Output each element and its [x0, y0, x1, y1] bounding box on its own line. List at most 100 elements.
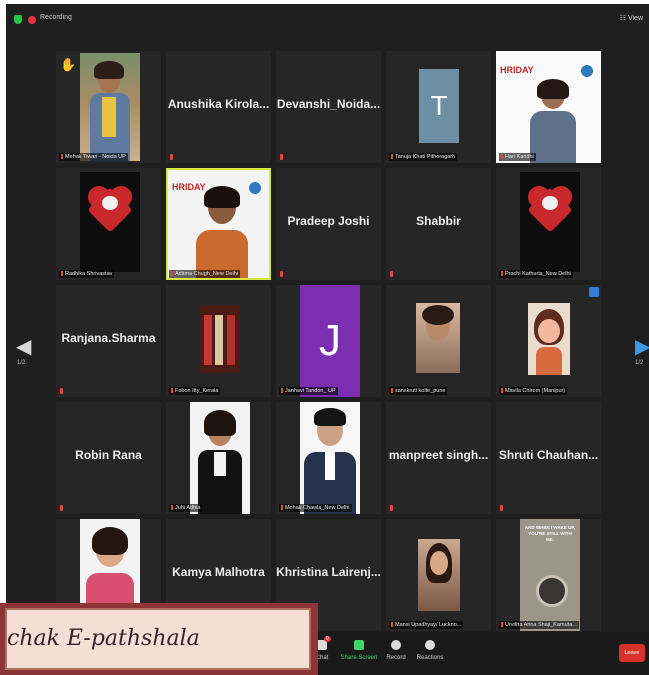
muted-mic-icon — [170, 154, 173, 160]
logo-icon — [581, 65, 593, 77]
reactions-button[interactable]: Reactions — [410, 640, 450, 661]
prev-page-number: 1/2 — [17, 360, 26, 366]
video-tile[interactable]: J Janhavi Tandon_ UP — [276, 285, 381, 397]
prev-page-arrow-icon[interactable]: ◀ — [16, 334, 31, 359]
video-tile[interactable]: Robin Rana — [56, 402, 161, 514]
participant-name-label: Mehak Tiwari - Noida UP — [59, 153, 128, 161]
participant-name-label: Radhika Shrivastav — [59, 270, 115, 278]
participant-name-label: Mavila Chirom (Manipur) — [499, 387, 568, 395]
participant-video — [190, 402, 250, 514]
participant-name-label: Prachi Kathuria_New Delhi — [499, 270, 573, 278]
top-bar: Recording ☷ View — [6, 4, 649, 34]
participant-name: Fobon Itty_Kerala — [175, 388, 219, 394]
heart-image — [80, 172, 140, 272]
video-tile-active-speaker[interactable]: HRIDAY Aditma Chugh_New Delhi — [166, 168, 271, 280]
participant-video — [416, 303, 460, 373]
participant-name-label: Juhi Adhia — [169, 504, 203, 512]
participant-name: Kamya Malhotra — [172, 565, 265, 579]
muted-mic-icon — [171, 505, 173, 511]
next-page-number: 1/2 — [635, 360, 644, 366]
reactions-icon — [425, 640, 435, 650]
participant-name: Janhavi Tandon_ UP — [285, 388, 336, 394]
muted-mic-icon — [61, 154, 63, 160]
video-tile[interactable]: Ranjana.Sharma — [56, 285, 161, 397]
heart-image — [520, 172, 580, 272]
share-screen-label: Share Screen — [340, 655, 378, 661]
watermark-text: chak E-pathshala — [7, 626, 200, 651]
video-tile[interactable]: Fobon Itty_Kerala — [166, 285, 271, 397]
video-tile[interactable]: T Tanuja Khati Pithoragarh — [386, 51, 491, 163]
muted-mic-icon — [501, 271, 503, 277]
muted-mic-icon — [60, 505, 63, 511]
chat-badge: 9 — [324, 636, 331, 642]
muted-mic-icon — [171, 388, 173, 394]
muted-mic-icon — [500, 505, 503, 511]
participant-name: Juhi Adhia — [175, 505, 201, 511]
avatar: T — [419, 69, 459, 143]
video-tile[interactable]: HRIDAY Hari Kandhi — [496, 51, 601, 163]
reactions-label: Reactions — [416, 655, 444, 661]
video-tile[interactable]: Shruti Chauhan... — [496, 402, 601, 514]
participant-name: manpreet singh... — [388, 448, 489, 462]
participant-name: Robin Rana — [75, 448, 142, 462]
participant-name: Hari Kandhi — [505, 154, 534, 160]
participant-name: Pradeep Joshi — [287, 214, 370, 228]
participant-name: Devanshi_Noida... — [276, 97, 381, 111]
participant-name-label: Mansi Upadhyay/ Luckno... — [389, 621, 464, 629]
muted-mic-icon — [61, 271, 63, 277]
video-tile[interactable]: AND WHEN I WAKE UP, YOU'RE STILL WITH ME… — [496, 519, 601, 631]
muted-mic-icon — [280, 154, 283, 160]
muted-mic-icon — [280, 271, 283, 277]
video-tile[interactable]: Anushika Kirola... — [166, 51, 271, 163]
muted-mic-icon — [501, 154, 503, 160]
video-tile[interactable]: ✋ Mehak Tiwari - Noida UP — [56, 51, 161, 163]
participant-video — [528, 79, 578, 163]
muted-mic-icon — [391, 622, 393, 628]
video-tile[interactable]: Juhi Adhia — [166, 402, 271, 514]
participant-name: Shruti Chauhan... — [498, 448, 599, 462]
video-tile[interactable]: Mavila Chirom (Manipur) — [496, 285, 601, 397]
avatar: J — [300, 285, 360, 397]
participant-name-label: Mohak Chawla_New Delhi — [279, 504, 352, 512]
share-screen-icon — [354, 640, 364, 650]
video-tile[interactable]: Mansi Upadhyay/ Luckno... — [386, 519, 491, 631]
participant-name: Mansi Upadhyay/ Luckno... — [395, 622, 462, 628]
video-tile[interactable]: Mohak Chawla_New Delhi — [276, 402, 381, 514]
quote-image: AND WHEN I WAKE UP, YOU'RE STILL WITH ME… — [520, 519, 580, 631]
participant-name-label: sanskruti kolte_pune — [389, 387, 448, 395]
share-screen-button[interactable]: Share Screen — [339, 640, 379, 661]
muted-mic-icon — [281, 505, 283, 511]
video-tile[interactable]: Radhika Shrivastav — [56, 168, 161, 280]
muted-mic-icon — [171, 271, 173, 277]
participant-name: Mehak Tiwari - Noida UP — [65, 154, 126, 160]
participant-name-label: Aditma Chugh_New Delhi — [169, 270, 240, 278]
next-page-arrow-icon[interactable]: ▶ — [635, 334, 649, 359]
raised-hand-icon: ✋ — [60, 57, 77, 72]
participant-name-label: Fobon Itty_Kerala — [169, 387, 221, 395]
video-tile[interactable]: Devanshi_Noida... — [276, 51, 381, 163]
muted-mic-icon — [390, 271, 393, 277]
video-tile[interactable]: Shabbir — [386, 168, 491, 280]
participant-name-label: Hari Kandhi — [499, 153, 536, 161]
muted-mic-icon — [501, 622, 503, 628]
shield-icon[interactable] — [14, 15, 22, 24]
more-options-icon[interactable] — [589, 287, 599, 297]
zoom-meeting-window: Recording ☷ View ◀ 1/2 ▶ 1/2 ✋ Mehak Tiw… — [6, 4, 649, 675]
participant-video — [192, 186, 252, 278]
participant-name-label: Janhavi Tandon_ UP — [279, 387, 338, 395]
video-tile[interactable]: Prachi Kathuria_New Delhi — [496, 168, 601, 280]
leave-button[interactable]: Leave — [619, 644, 645, 662]
video-tile[interactable]: manpreet singh... — [386, 402, 491, 514]
participant-name: Aditma Chugh_New Delhi — [175, 271, 238, 277]
video-tile[interactable]: sanskruti kolte_pune — [386, 285, 491, 397]
participant-name: Mohak Chawla_New Delhi — [285, 505, 350, 511]
muted-mic-icon — [391, 388, 393, 394]
participant-name: Mavila Chirom (Manipur) — [505, 388, 566, 394]
view-button[interactable]: ☷ View — [620, 14, 643, 22]
video-tile[interactable]: Pradeep Joshi — [276, 168, 381, 280]
participant-name: Prachi Kathuria_New Delhi — [505, 271, 571, 277]
participant-name-label: Tanuja Khati Pithoragarh — [389, 153, 458, 161]
muted-mic-icon — [391, 154, 393, 160]
participant-name: Khristina Lairenj... — [276, 565, 381, 579]
participant-name: Shabbir — [416, 214, 461, 228]
